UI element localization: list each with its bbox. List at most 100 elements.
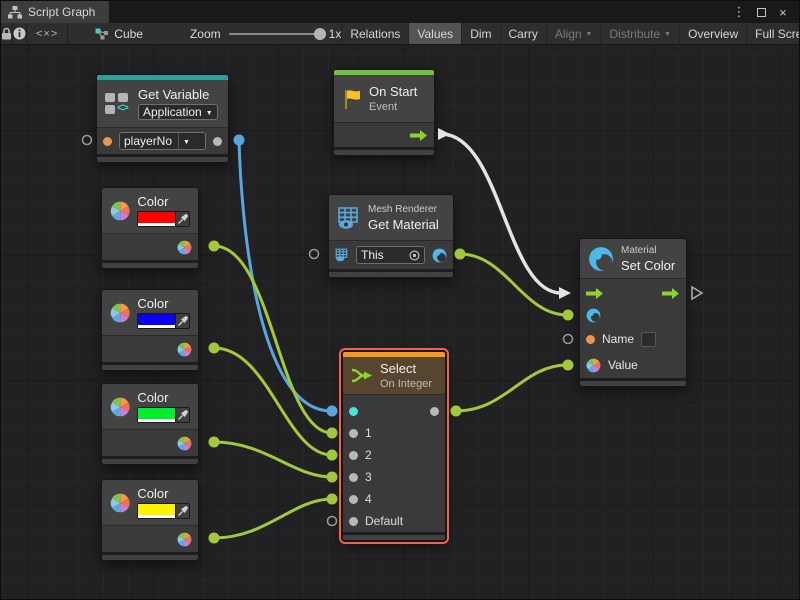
color-value-input-port[interactable] — [586, 358, 601, 373]
node-title: Select — [380, 361, 432, 376]
zoom-value: 1x — [329, 27, 342, 41]
node-color-green[interactable]: Color — [101, 383, 199, 465]
node-title: Set Color — [621, 258, 675, 273]
target-object-field[interactable]: This — [356, 246, 425, 264]
node-category: Material — [621, 245, 675, 256]
overview-button[interactable]: Overview — [679, 23, 746, 44]
node-get-material[interactable]: Mesh Renderer Get Material This — [328, 194, 454, 278]
color-swatch[interactable] — [138, 504, 175, 518]
selection-output-port[interactable] — [430, 407, 439, 416]
flow-wire-start-arrow — [438, 128, 450, 140]
graph-canvas[interactable]: <> Get Variable Application ▼ playerNo ▼ — [1, 45, 799, 599]
wire-endpoint-dot — [234, 135, 245, 146]
tab-label: Script Graph — [28, 5, 95, 19]
connection-color3-select[interactable] — [214, 442, 332, 477]
color-swatch[interactable] — [138, 408, 175, 422]
input-port-name[interactable] — [103, 137, 112, 146]
eyedropper-icon[interactable] — [176, 504, 189, 518]
mesh-renderer-icon — [337, 206, 361, 230]
unconnected-port-circle[interactable] — [564, 335, 573, 344]
wire-endpoint-dot — [327, 428, 338, 439]
close-icon[interactable]: × — [775, 4, 791, 20]
connection-playerno-select[interactable] — [239, 140, 331, 411]
node-on-start[interactable]: On Start Event — [333, 69, 435, 156]
node-color-yellow[interactable]: Color — [101, 479, 199, 561]
unconnected-flow-triangle[interactable] — [692, 287, 702, 299]
node-color-red[interactable]: Color — [101, 187, 199, 269]
name-input-port[interactable] — [586, 335, 595, 344]
node-set-color[interactable]: Material Set Color — [579, 238, 687, 387]
color-output-port[interactable] — [177, 342, 192, 357]
align-button[interactable]: Align▼ — [546, 23, 601, 44]
flow-output-port[interactable] — [410, 130, 428, 141]
chevron-down-icon: ▼ — [664, 31, 671, 38]
color-output-port[interactable] — [177, 436, 192, 451]
zoom-slider-handle[interactable] — [314, 28, 326, 40]
kebab-menu-icon[interactable]: ⋮ — [731, 4, 747, 20]
wire-endpoint-dot — [451, 406, 462, 417]
node-get-variable[interactable]: <> Get Variable Application ▼ playerNo ▼ — [96, 74, 229, 163]
eyedropper-icon[interactable] — [176, 408, 189, 422]
option-input-port[interactable] — [349, 451, 358, 460]
dim-button[interactable]: Dim — [461, 23, 499, 44]
option-input-port[interactable] — [349, 429, 358, 438]
full-screen-button[interactable]: Full Screen — [746, 23, 800, 44]
code-view-button[interactable]: <×> — [27, 23, 68, 44]
maximize-icon[interactable] — [753, 4, 769, 20]
graph-hierarchy-icon — [8, 6, 22, 19]
zoom-label: Zoom — [190, 27, 221, 41]
carry-button[interactable]: Carry — [500, 23, 546, 44]
port-label: 2 — [365, 448, 372, 462]
node-footer — [343, 532, 445, 540]
unconnected-port-circle[interactable] — [83, 136, 92, 145]
eyedropper-icon[interactable] — [176, 314, 189, 328]
zoom-slider[interactable] — [229, 33, 321, 35]
connection-select-setcolor-value[interactable] — [456, 365, 567, 411]
wire-endpoint-dot — [327, 494, 338, 505]
lock-button[interactable] — [1, 23, 13, 44]
values-button[interactable]: Values — [408, 23, 461, 44]
connection-getmaterial-setcolor[interactable] — [460, 254, 567, 315]
object-picker-icon[interactable] — [409, 250, 420, 261]
color-swatch[interactable] — [138, 212, 175, 226]
tab-script-graph[interactable]: Script Graph — [1, 1, 110, 23]
port-label: 1 — [365, 426, 372, 440]
node-footer — [102, 456, 198, 464]
eyedropper-icon[interactable] — [176, 212, 189, 226]
connection-color2-select[interactable] — [214, 348, 332, 455]
graph-breadcrumb[interactable]: Cube — [86, 23, 152, 44]
variable-name-dropdown[interactable]: playerNo ▼ — [119, 132, 206, 150]
info-button[interactable] — [13, 23, 27, 44]
material-output-port[interactable] — [432, 248, 447, 263]
color-output-port[interactable] — [177, 532, 192, 547]
selector-input-port[interactable] — [349, 407, 358, 416]
unconnected-port-circle[interactable] — [310, 250, 319, 259]
node-title: Color — [137, 296, 190, 311]
connection-flow-onstart-setcolor[interactable] — [441, 134, 561, 293]
component-input-port[interactable] — [335, 248, 349, 262]
wire-endpoint-dot — [209, 343, 220, 354]
option-input-port[interactable] — [349, 495, 358, 504]
connection-color4-select[interactable] — [214, 499, 332, 538]
distribute-button[interactable]: Distribute▼ — [600, 23, 679, 44]
color-swatch[interactable] — [138, 314, 175, 328]
name-input-field[interactable] — [641, 332, 656, 347]
unconnected-port-circle[interactable] — [328, 517, 337, 526]
flow-input-port[interactable] — [586, 288, 604, 299]
output-port-value[interactable] — [213, 137, 222, 146]
node-select[interactable]: Select On Integer 1 2 — [342, 351, 446, 541]
wire-endpoint-dot — [209, 241, 220, 252]
node-title: Get Variable — [138, 87, 218, 102]
color-output-port[interactable] — [177, 240, 192, 255]
connection-color1-select[interactable] — [214, 246, 332, 433]
material-input-port[interactable] — [586, 308, 601, 323]
node-color-blue[interactable]: Color — [101, 289, 199, 371]
relations-button[interactable]: Relations — [341, 23, 408, 44]
node-title: Color — [137, 486, 190, 501]
flow-output-port[interactable] — [662, 288, 680, 299]
chevron-down-icon: ▼ — [206, 110, 213, 117]
option-input-port[interactable] — [349, 473, 358, 482]
node-title: Color — [137, 390, 190, 405]
variable-scope-dropdown[interactable]: Application ▼ — [138, 104, 218, 120]
default-input-port[interactable] — [349, 517, 358, 526]
